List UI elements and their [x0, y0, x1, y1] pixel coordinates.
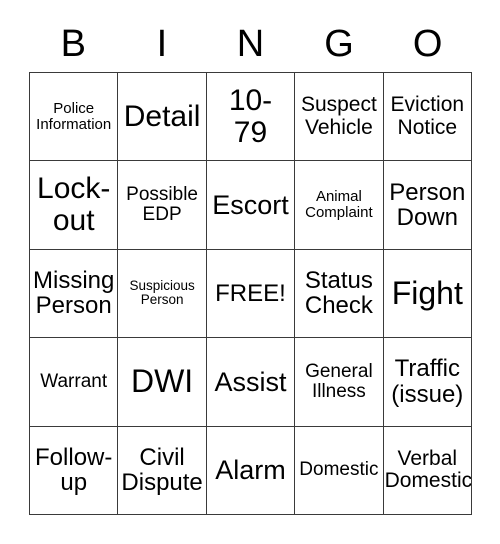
- bingo-grid: Police Information Detail 10- 79 Suspect Ve…: [29, 72, 472, 515]
- cell-domestic[interactable]: Domestic: [295, 426, 384, 515]
- bingo-cell-label: Alarm: [215, 454, 286, 485]
- header-letter-n: N: [236, 23, 265, 65]
- bingo-cell-label: Suspect Vehicle: [300, 93, 377, 139]
- bingo-cell-label: Verbal Domestic: [384, 447, 472, 493]
- bingo-header-row: B I N G O: [29, 16, 472, 72]
- bingo-cell-label: Lock- out: [37, 172, 111, 238]
- cell-assist[interactable]: Assist: [206, 338, 296, 427]
- cell-status-check[interactable]: Status Check: [295, 249, 384, 339]
- bingo-cell-label: FREE!: [215, 279, 286, 307]
- cell-10-79[interactable]: 10- 79: [206, 73, 296, 162]
- bingo-cell-label: General Illness: [305, 360, 373, 402]
- header-letter-g: G: [324, 23, 354, 65]
- bingo-cell-label: DWI: [130, 362, 194, 399]
- bingo-card: B I N G O Police Information Detail 10- 79…: [0, 0, 500, 544]
- cell-detail[interactable]: Detail: [118, 73, 207, 162]
- cell-traffic-issue[interactable]: Traffic (issue): [383, 338, 472, 427]
- cell-eviction-notice[interactable]: Eviction Notice: [383, 73, 472, 162]
- bingo-cell-label: Eviction Notice: [390, 93, 465, 139]
- cell-warrant[interactable]: Warrant: [30, 338, 119, 427]
- cell-dwi[interactable]: DWI: [118, 338, 207, 427]
- bingo-cell-label: Person Down: [389, 178, 466, 232]
- bingo-cell-label: Domestic: [299, 459, 379, 481]
- cell-suspicious-person[interactable]: Suspicious Person: [118, 249, 207, 339]
- cell-lockout[interactable]: Lock- out: [30, 161, 119, 250]
- bingo-cell-label: Traffic (issue): [391, 355, 464, 408]
- cell-suspect-vehicle[interactable]: Suspect Vehicle: [295, 73, 384, 162]
- cell-general-illness[interactable]: General Illness: [295, 338, 384, 427]
- bingo-cell-label: Assist: [214, 366, 287, 397]
- bingo-cell-label: Possible EDP: [126, 183, 198, 226]
- bingo-cell-label: Civil Dispute: [121, 443, 203, 497]
- bingo-cell-label: Detail: [123, 99, 201, 133]
- bingo-cell-label: Warrant: [40, 370, 108, 392]
- cell-fight[interactable]: Fight: [383, 249, 472, 339]
- cell-possible-edp[interactable]: Possible EDP: [118, 161, 207, 250]
- bingo-cell-label: Escort: [212, 189, 289, 220]
- cell-animal-complaint[interactable]: Animal Complaint: [295, 161, 384, 250]
- bingo-cell-label: Fight: [391, 274, 463, 311]
- bingo-cell-label: Animal Complaint: [305, 188, 373, 222]
- cell-police-information[interactable]: Police Information: [30, 73, 119, 162]
- cell-follow-up[interactable]: Follow- up: [30, 426, 119, 515]
- header-letter-o: O: [412, 23, 443, 65]
- cell-alarm[interactable]: Alarm: [206, 426, 296, 515]
- cell-free-space[interactable]: FREE!: [206, 249, 296, 339]
- cell-person-down[interactable]: Person Down: [383, 161, 472, 250]
- cell-verbal-domestic[interactable]: Verbal Domestic: [383, 426, 472, 515]
- header-letter-i: I: [156, 23, 168, 65]
- bingo-cell-label: Suspicious Person: [129, 278, 195, 308]
- bingo-cell-label: Police Information: [36, 99, 112, 133]
- bingo-cell-label: Status Check: [304, 267, 373, 320]
- cell-escort[interactable]: Escort: [206, 161, 296, 250]
- header-letter-b: B: [60, 23, 86, 65]
- cell-civil-dispute[interactable]: Civil Dispute: [118, 426, 207, 515]
- bingo-cell-label: Missing Person: [33, 267, 115, 320]
- bingo-cell-label: Follow- up: [35, 443, 113, 497]
- cell-missing-person[interactable]: Missing Person: [30, 249, 119, 339]
- bingo-cell-label: 10- 79: [228, 83, 273, 149]
